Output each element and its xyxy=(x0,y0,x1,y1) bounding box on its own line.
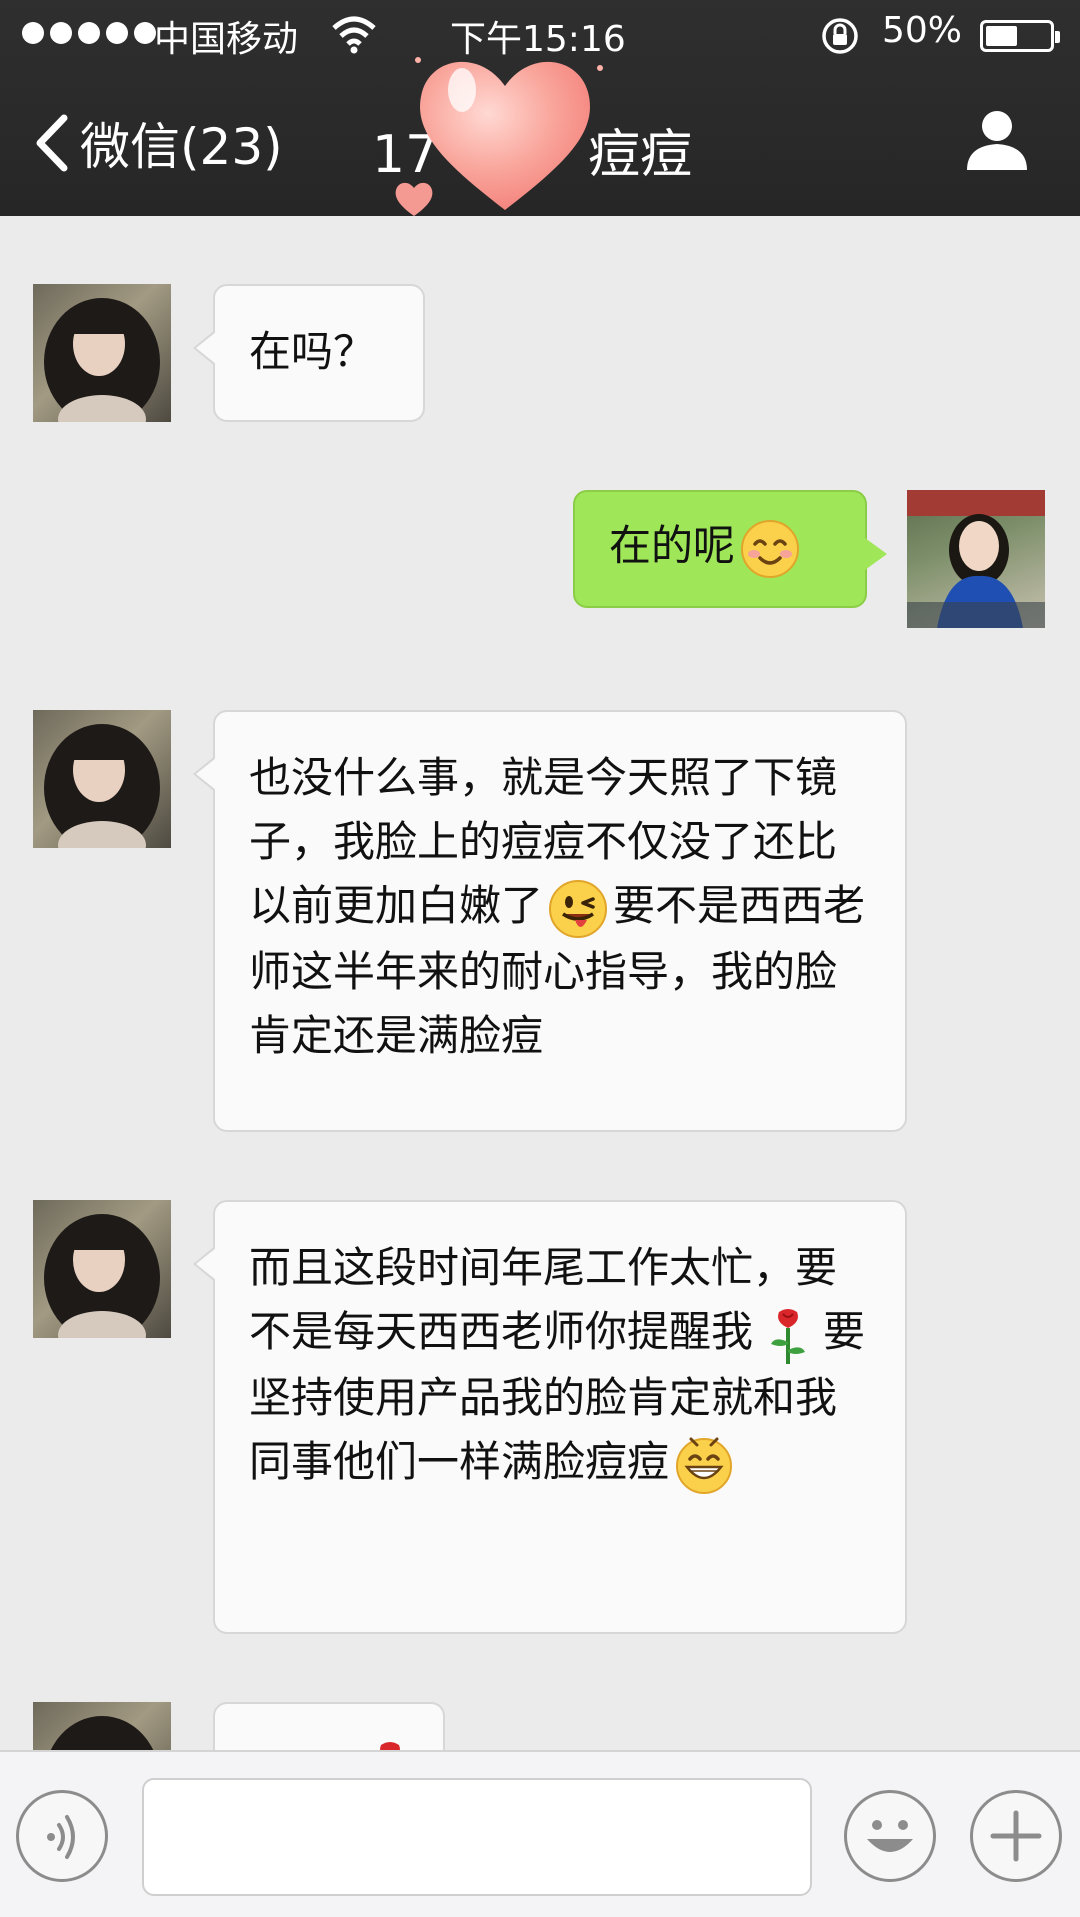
profile-icon[interactable] xyxy=(962,104,1032,174)
carrier-label: 中国移动 xyxy=(154,19,299,60)
contact-avatar[interactable] xyxy=(33,710,171,848)
emoji-button[interactable] xyxy=(844,1790,936,1882)
message-bubble-received[interactable]: 而且这段时间年尾工作太忙，要不是每天西西老师你提醒我 要坚持使用产品我的脸肯定就… xyxy=(193,1200,907,1634)
top-bar: 中国移动 下午15:16 50% 微信(23) 17 痘痘 xyxy=(0,0,1080,216)
chevron-left-icon xyxy=(36,114,68,172)
wink-tongue-emoji-icon xyxy=(549,879,608,938)
small-heart-icon xyxy=(395,182,433,216)
wifi-icon xyxy=(332,16,376,54)
more-button[interactable] xyxy=(970,1790,1062,1882)
contact-avatar[interactable] xyxy=(33,284,171,422)
contact-avatar[interactable] xyxy=(33,1200,171,1338)
voice-icon xyxy=(47,1815,75,1859)
contact-avatar[interactable] xyxy=(33,1702,171,1750)
battery-percent: 50% xyxy=(882,10,963,51)
message-text: 在的呢 xyxy=(609,521,736,570)
message-bubble-sent[interactable]: 在的呢 xyxy=(573,490,887,608)
voice-button[interactable] xyxy=(16,1790,108,1882)
back-label: 微信(23) xyxy=(80,118,283,176)
back-button[interactable]: 微信(23) xyxy=(30,108,283,178)
message-text: 而且这段时间年尾工作太忙，要不是每天西西老师你提醒我 xyxy=(249,1243,838,1356)
message-input[interactable] xyxy=(142,1778,812,1896)
emoji-face-icon xyxy=(867,1820,913,1852)
message-text: 在吗？ xyxy=(249,327,376,376)
rose-emoji-icon xyxy=(771,1308,806,1364)
chat-area[interactable]: 在吗？ 在的呢 也没什么事，就是今天照了下镜子，我脸上的痘痘不仅没了还比以前更加… xyxy=(0,216,1080,1750)
grin-emoji-icon xyxy=(676,1437,733,1494)
message-bubble-received[interactable]: 在吗？ xyxy=(193,284,425,422)
my-avatar[interactable] xyxy=(907,490,1045,628)
signal-dots-icon xyxy=(22,22,156,44)
input-bar xyxy=(0,1750,1080,1917)
message-bubble-received[interactable] xyxy=(193,1702,445,1750)
plus-icon xyxy=(990,1810,1042,1862)
rotation-lock-icon xyxy=(822,18,858,54)
message-bubble-received[interactable]: 也没什么事，就是今天照了下镜子，我脸上的痘痘不仅没了还比以前更加白嫩了 要不是西… xyxy=(193,710,907,1132)
rose-emoji-icon xyxy=(380,1741,400,1750)
smile-emoji-icon xyxy=(741,519,800,578)
battery-icon xyxy=(980,20,1060,52)
